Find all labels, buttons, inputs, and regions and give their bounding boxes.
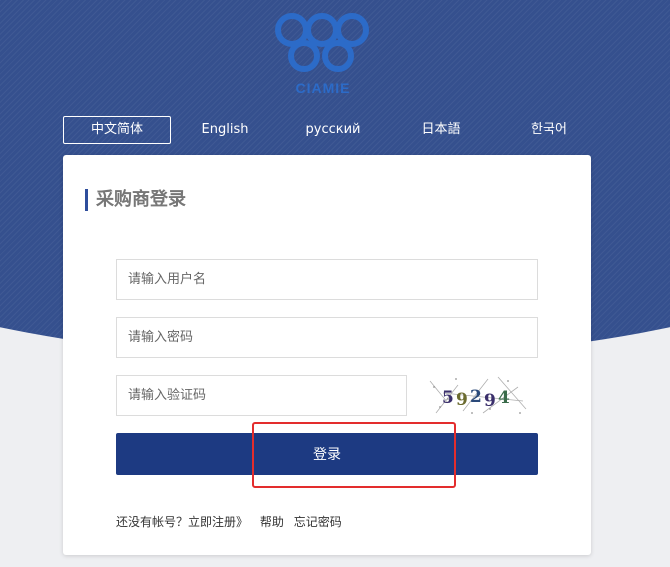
help-link[interactable]: 帮助 (260, 515, 284, 529)
logo-text: CIAMIE (295, 80, 351, 96)
login-card: 采购商登录 5 9 2 9 4 登录 还没有帐号？立即注册》 帮助 (63, 155, 591, 555)
lang-korean[interactable]: 한국어 (495, 116, 603, 144)
captcha-char-3: 2 (470, 387, 482, 407)
captcha-char-2: 9 (456, 390, 468, 410)
login-button[interactable]: 登录 (116, 433, 538, 475)
username-input[interactable] (116, 259, 538, 300)
captcha-image[interactable]: 5 9 2 9 4 (428, 373, 528, 417)
lang-chinese-simplified[interactable]: 中文简体 (63, 116, 171, 144)
captcha-char-4: 9 (484, 391, 496, 411)
logo-mark-icon (275, 13, 369, 72)
register-link[interactable]: 立即注册》 (188, 515, 248, 529)
login-title: 采购商登录 (85, 189, 186, 211)
language-bar: 中文简体 English русский 日本語 한국어 (63, 116, 603, 144)
password-input[interactable] (116, 317, 538, 358)
forgot-password-link[interactable]: 忘记密码 (294, 515, 342, 529)
captcha-char-1: 5 (442, 388, 454, 408)
footer-links: 还没有帐号？立即注册》 帮助 忘记密码 (116, 513, 342, 530)
lang-english[interactable]: English (171, 116, 279, 144)
ciamie-logo: CIAMIE (268, 8, 378, 98)
no-account-text: 还没有帐号？ (116, 515, 189, 529)
captcha-input[interactable] (116, 375, 407, 416)
lang-russian[interactable]: русский (279, 116, 387, 144)
captcha-char-5: 4 (498, 388, 510, 408)
lang-japanese[interactable]: 日本語 (387, 116, 495, 144)
